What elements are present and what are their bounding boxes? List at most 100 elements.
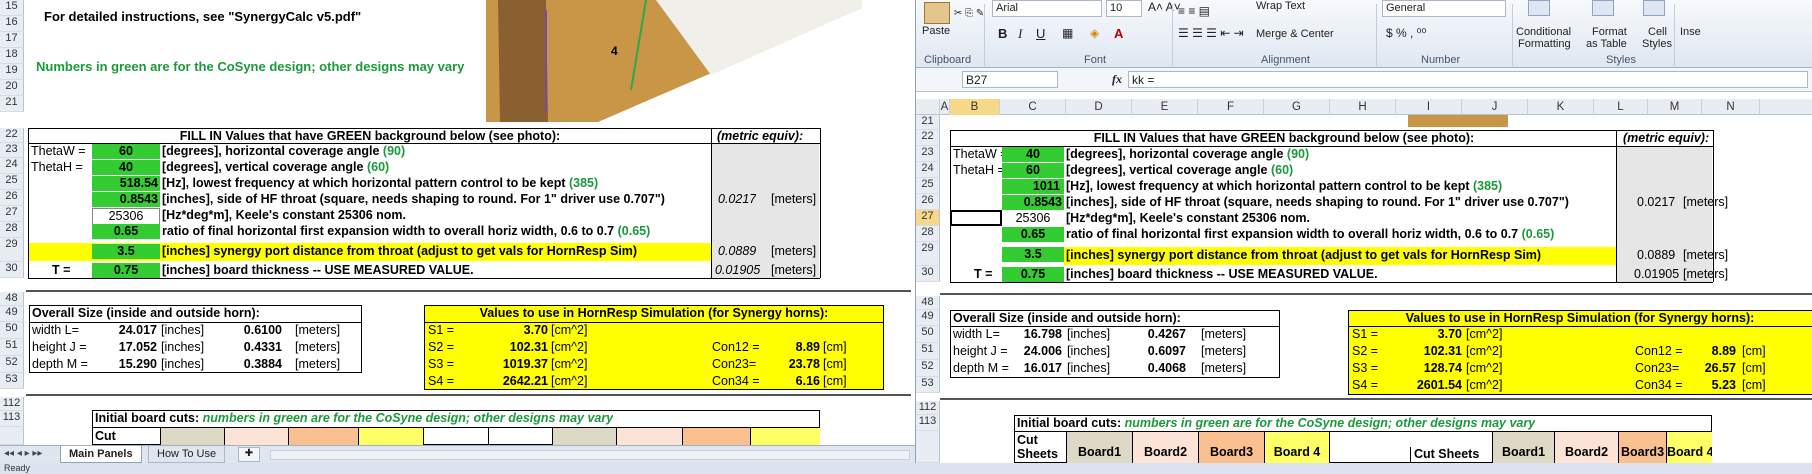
bold-button-icon[interactable]: B <box>998 26 1007 41</box>
col-header-h[interactable]: H <box>1330 99 1396 115</box>
format-as-table-button[interactable]: Format <box>1592 26 1627 38</box>
row-header[interactable]: 17 <box>0 32 24 48</box>
row-header[interactable]: 50 <box>916 326 940 343</box>
row-header[interactable]: 30 <box>916 266 940 282</box>
row-header[interactable]: 25 <box>0 174 24 190</box>
row-header[interactable]: 29 <box>0 238 24 262</box>
row-header[interactable]: 20 <box>0 80 24 96</box>
cell-styles-button[interactable]: Cell <box>1648 26 1667 38</box>
font-size-select[interactable]: 10 <box>1106 0 1142 17</box>
fx-icon[interactable]: fx <box>1112 72 1122 87</box>
row-header[interactable]: 21 <box>0 96 24 112</box>
thetah-input[interactable]: 40 <box>92 160 160 175</box>
thetaw-input[interactable]: 60 <box>92 144 160 159</box>
thickness-input[interactable]: 0.75 <box>1002 267 1064 282</box>
fill-color-icon[interactable]: ◈ <box>1090 26 1099 40</box>
merge-center-button[interactable]: Merge & Center <box>1256 28 1334 40</box>
cut-copy-icons[interactable]: ✂ ⎘ ✎ <box>954 8 984 19</box>
freq-input[interactable]: 1011 <box>1002 179 1064 194</box>
row-header[interactable]: 25 <box>916 178 940 194</box>
conditional-formatting-icon[interactable] <box>1528 0 1550 16</box>
row-header[interactable]: 52 <box>0 356 24 373</box>
col-header-k[interactable]: K <box>1528 99 1594 115</box>
port-input[interactable]: 3.5 <box>1002 247 1064 262</box>
row-header[interactable]: 24 <box>0 158 24 174</box>
col-header-m[interactable]: M <box>1648 99 1702 115</box>
row-header[interactable]: 48 <box>916 296 940 310</box>
col-header-i[interactable]: I <box>1396 99 1462 115</box>
thetaw-input[interactable]: 40 <box>1002 147 1064 162</box>
row-header[interactable]: 50 <box>0 322 24 339</box>
ratio-input[interactable]: 0.65 <box>1002 227 1064 242</box>
font-name-select[interactable]: Arial <box>992 0 1102 17</box>
row-header[interactable]: 51 <box>0 339 24 356</box>
row-header[interactable]: 53 <box>0 373 24 389</box>
paste-icon[interactable] <box>924 2 950 24</box>
row-header[interactable]: 49 <box>0 306 24 322</box>
row-header[interactable]: 21 <box>916 115 940 130</box>
format-as-table-icon[interactable] <box>1592 0 1614 16</box>
row-header[interactable]: 28 <box>916 226 940 242</box>
col-header-a[interactable]: A <box>940 99 950 115</box>
row-header[interactable]: 112 <box>916 401 940 415</box>
underline-button-icon[interactable]: U <box>1036 26 1045 41</box>
row-header-selected[interactable]: 27 <box>916 210 940 226</box>
port-input[interactable]: 3.5 <box>92 244 160 259</box>
formula-input[interactable]: kk = <box>1128 71 1808 88</box>
row-header[interactable]: 22 <box>916 130 940 146</box>
row-header[interactable]: 15 <box>0 0 24 16</box>
row-header[interactable]: 30 <box>0 262 24 278</box>
col-header-e[interactable]: E <box>1132 99 1198 115</box>
row-header[interactable] <box>0 427 24 445</box>
col-header-c[interactable]: C <box>1000 99 1066 115</box>
row-header[interactable]: 24 <box>916 162 940 178</box>
grow-shrink-font-icon[interactable]: A˄ A˅ <box>1148 0 1181 14</box>
horizontal-scrollbar[interactable] <box>270 450 910 460</box>
throat-input[interactable]: 0.8543 <box>1002 195 1064 210</box>
col-header-g[interactable]: G <box>1264 99 1330 115</box>
borders-icon[interactable]: ▦ <box>1062 26 1073 40</box>
paste-button[interactable]: Paste <box>922 25 950 37</box>
row-header[interactable]: 27 <box>0 206 24 222</box>
col-header-j[interactable]: J <box>1462 99 1528 115</box>
col-header-f[interactable]: F <box>1198 99 1264 115</box>
row-header[interactable]: 51 <box>916 343 940 360</box>
col-header-n[interactable]: N <box>1702 99 1760 115</box>
row-header[interactable]: 53 <box>916 377 940 393</box>
insert-sheet-icon[interactable]: ✚ <box>238 447 260 462</box>
col-header-b[interactable]: B <box>950 99 1000 115</box>
freq-input[interactable]: 518.54 <box>92 176 160 191</box>
row-header[interactable]: 18 <box>0 48 24 64</box>
number-format-select[interactable]: General <box>1382 0 1506 17</box>
tab-main-panels[interactable]: Main Panels <box>60 446 142 463</box>
row-header[interactable]: 112 <box>0 397 24 411</box>
row-header[interactable]: 23 <box>0 143 24 158</box>
col-header-l[interactable]: L <box>1594 99 1648 115</box>
row-header[interactable]: 28 <box>0 222 24 238</box>
selected-cell-b27[interactable] <box>950 210 1002 226</box>
italic-button-icon[interactable]: I <box>1018 26 1022 42</box>
font-color-icon[interactable]: A <box>1114 26 1123 41</box>
select-all-corner[interactable] <box>916 99 940 115</box>
thetah-input[interactable]: 60 <box>1002 163 1064 178</box>
thickness-input[interactable]: 0.75 <box>92 263 160 278</box>
row-header[interactable]: 23 <box>916 146 940 162</box>
throat-input[interactable]: 0.8543 <box>92 192 160 207</box>
tab-how-to-use[interactable]: How To Use <box>148 446 226 463</box>
row-header[interactable]: 19 <box>0 64 24 80</box>
currency-percent-comma-icons[interactable]: $ % , ⁰⁰ <box>1386 26 1426 40</box>
row-header[interactable]: 113 <box>0 411 24 427</box>
row-header[interactable]: 113 <box>916 415 940 431</box>
name-box[interactable]: B27 <box>962 71 1058 88</box>
row-header[interactable]: 48 <box>0 292 24 306</box>
keele-input[interactable]: 25306 <box>1002 211 1064 226</box>
tab-scroll-arrows-icon[interactable]: ◂◂ ◂ ▸ ▸▸ <box>4 448 42 459</box>
align-top-icons[interactable]: ≡ ≡ ▤ <box>1178 4 1210 18</box>
col-header-d[interactable]: D <box>1066 99 1132 115</box>
cell-styles-icon[interactable] <box>1643 0 1665 16</box>
wrap-text-button[interactable]: Wrap Text <box>1256 0 1305 12</box>
ratio-input[interactable]: 0.65 <box>92 224 160 239</box>
row-header[interactable]: 29 <box>916 242 940 266</box>
align-left-center-right-icons[interactable]: ☰ ☰ ☰ ⇤ ⇥ <box>1178 26 1244 40</box>
row-header[interactable]: 49 <box>916 310 940 326</box>
